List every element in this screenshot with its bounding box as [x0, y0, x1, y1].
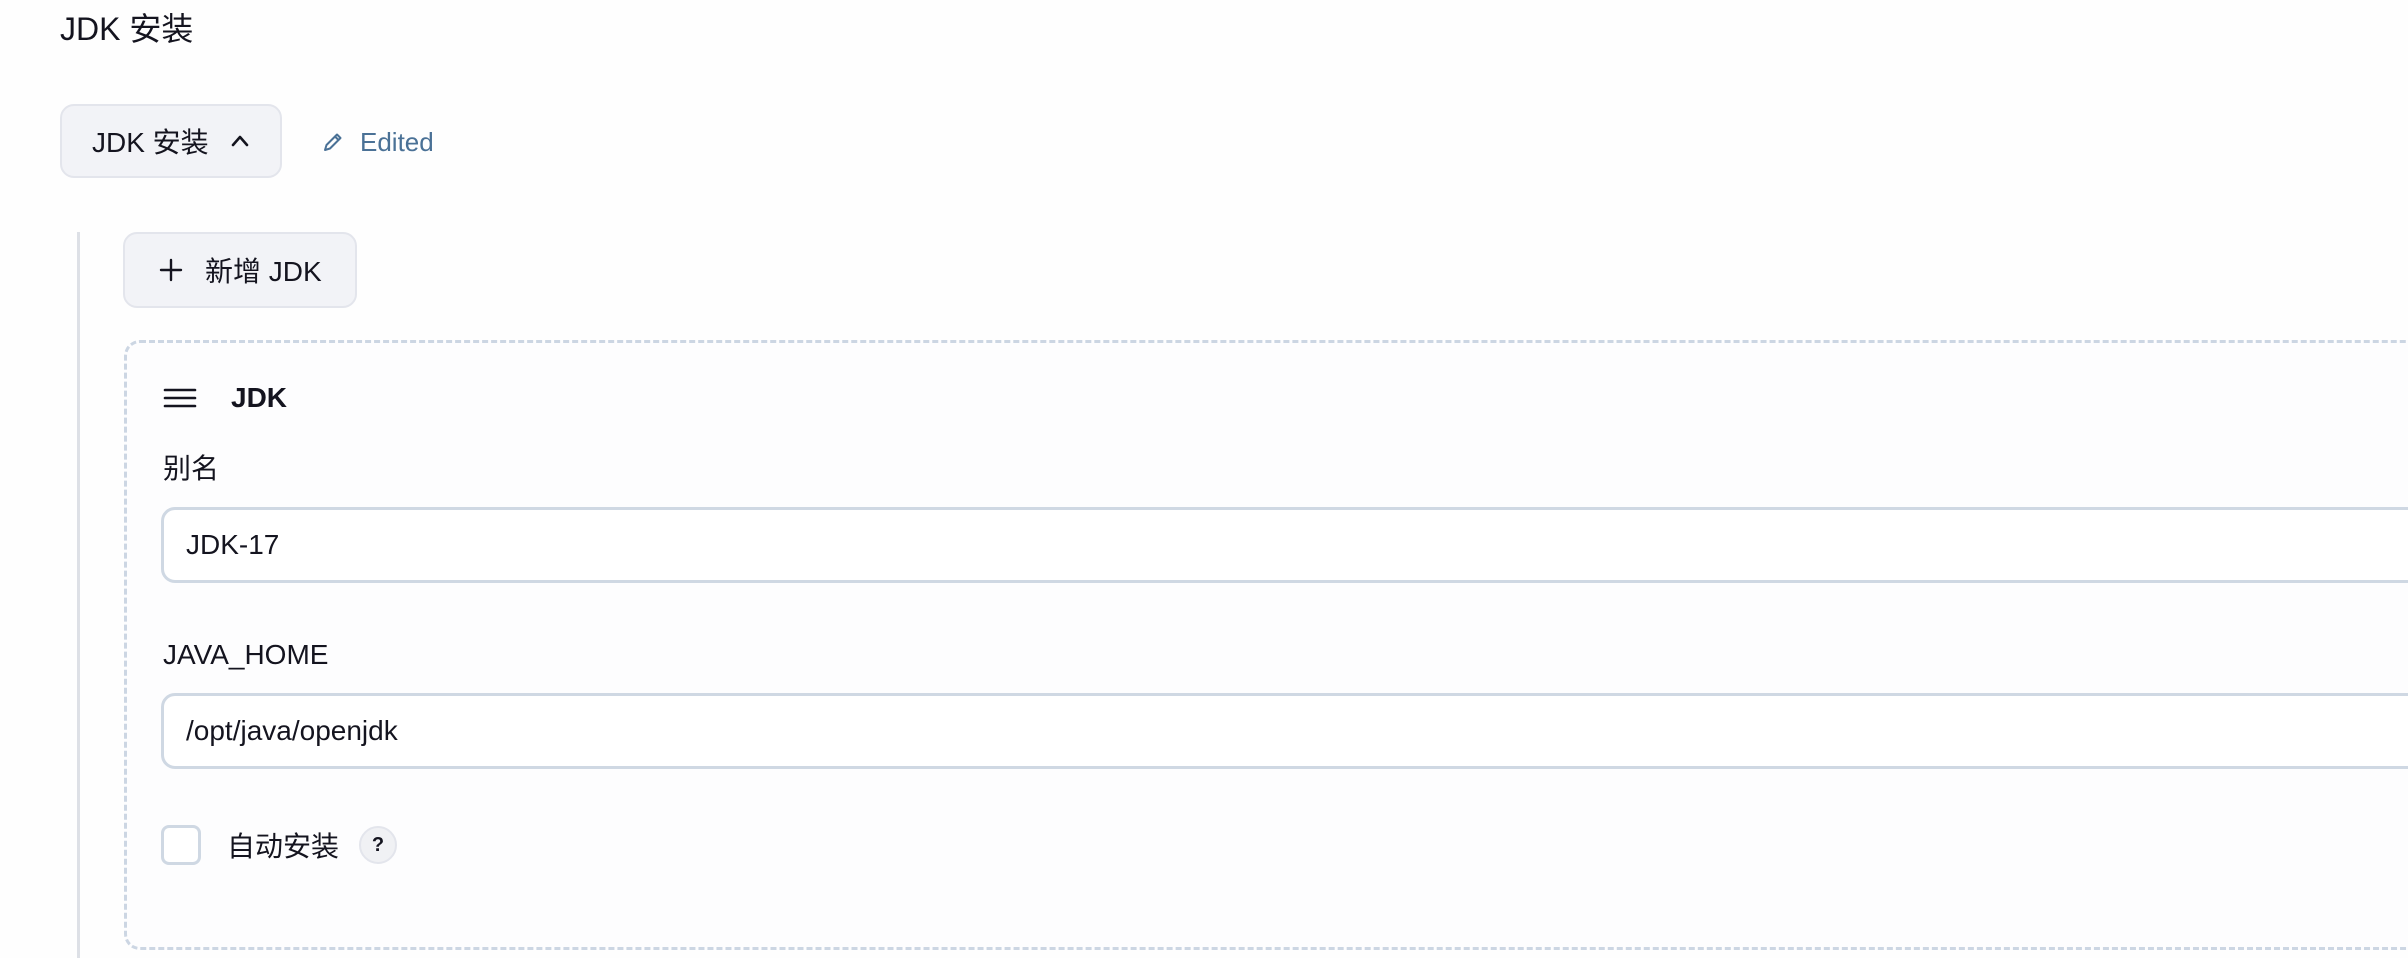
jdk-install-toggle-button[interactable]: JDK 安装 — [60, 104, 282, 178]
help-icon[interactable]: ? — [359, 826, 398, 864]
auto-install-row: 自动安装 ? — [161, 821, 398, 869]
card-header: JDK — [163, 373, 287, 423]
auto-install-checkbox[interactable] — [161, 825, 201, 865]
add-jdk-button[interactable]: 新增 JDK — [123, 232, 357, 308]
section-title: JDK 安装 — [60, 11, 194, 47]
toggle-button-label: JDK 安装 — [92, 127, 209, 158]
alias-input[interactable] — [161, 507, 2408, 583]
nesting-line — [77, 232, 80, 958]
java-home-label: JAVA_HOME — [163, 639, 329, 670]
chevron-up-icon — [231, 135, 248, 147]
jdk-card: JDK 别名 JAVA_HOME 自动安装 ? — [124, 340, 2408, 950]
add-jdk-label: 新增 JDK — [205, 256, 322, 287]
java-home-input[interactable] — [161, 693, 2408, 769]
drag-handle-icon[interactable] — [163, 387, 197, 409]
pencil-icon — [324, 133, 342, 151]
card-title: JDK — [231, 382, 288, 413]
alias-label: 别名 — [163, 453, 220, 484]
auto-install-label: 自动安装 — [227, 831, 340, 862]
edited-label: Edited — [360, 126, 434, 157]
edited-status: Edited — [322, 118, 434, 166]
plus-icon — [159, 258, 183, 282]
